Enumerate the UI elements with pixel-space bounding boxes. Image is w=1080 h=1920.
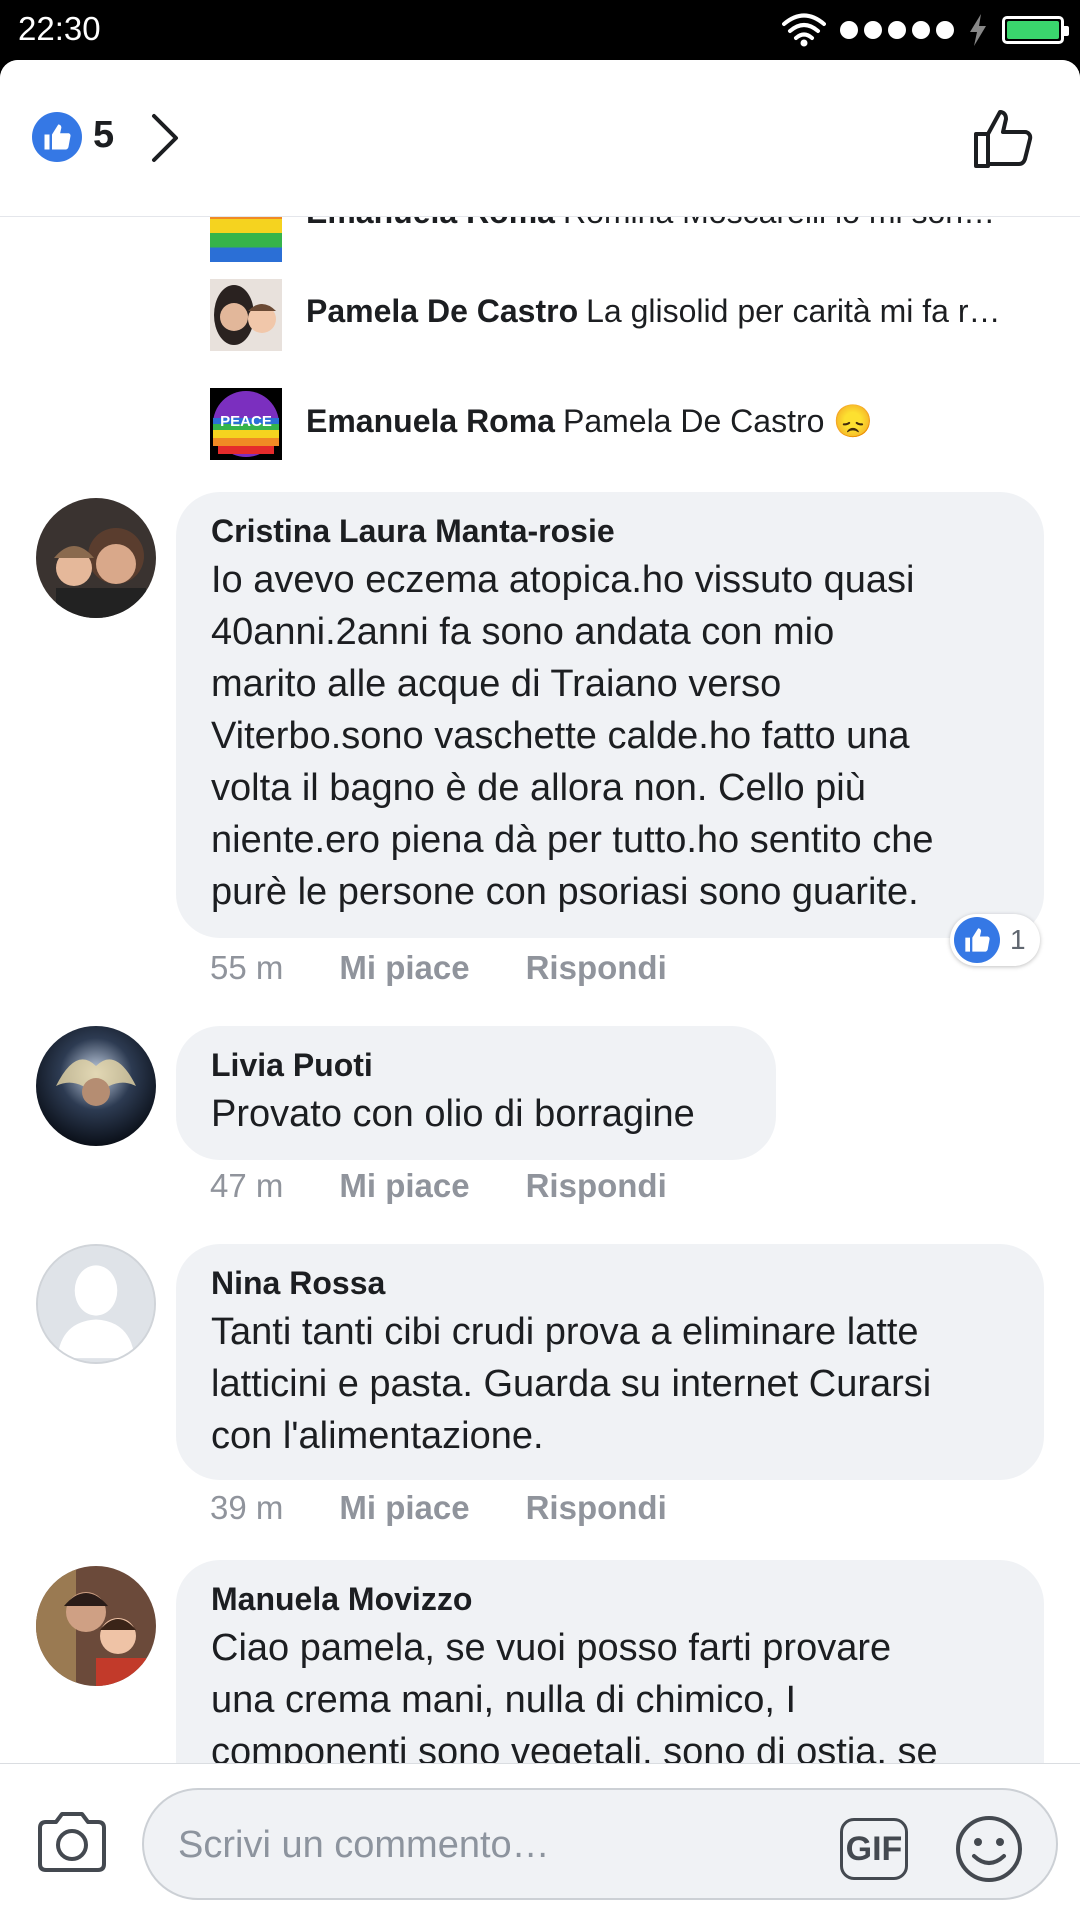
status-time: 22:30 xyxy=(18,10,101,47)
comments-list: Emanuela Roma Romina Moscarelli io mi son… xyxy=(0,216,1080,1824)
reply-author[interactable]: Emanuela Roma xyxy=(306,403,555,439)
comment-author[interactable]: Manuela Movizzo xyxy=(211,1580,1008,1618)
comment-time[interactable]: 55 m xyxy=(210,949,283,987)
reply-text: La glisolid per carità mi fa r… xyxy=(586,293,1001,329)
like-button[interactable]: Mi piace xyxy=(339,1489,469,1527)
avatar[interactable]: PEACE xyxy=(210,388,282,460)
reaction-summary[interactable]: 1 xyxy=(950,914,1040,966)
avatar[interactable] xyxy=(36,1244,156,1364)
reply-text: Romina Moscarelli io mi son… xyxy=(563,216,995,230)
reply-text: Pamela De Castro 😞 xyxy=(562,403,874,439)
gif-icon[interactable]: GIF xyxy=(840,1818,908,1880)
thumbs-up-outline-icon[interactable] xyxy=(972,106,1036,170)
status-icons xyxy=(782,12,1069,48)
reaction-count: 1 xyxy=(1010,924,1026,955)
like-count[interactable]: 5 xyxy=(93,114,114,157)
comment-bubble[interactable]: Nina Rossa Tanti tanti cibi crudi prova … xyxy=(176,1244,1044,1480)
comment-input[interactable]: Scrivi un commento… GIF xyxy=(142,1788,1058,1900)
comment-bubble[interactable]: Cristina Laura Manta-rosie Io avevo ecze… xyxy=(176,492,1044,938)
like-button[interactable]: Mi piace xyxy=(339,1167,469,1205)
charging-icon xyxy=(970,14,986,46)
like-icon[interactable] xyxy=(32,112,82,162)
reply-row[interactable]: Emanuela Roma Romina Moscarelli io mi son… xyxy=(210,216,1060,262)
comments-sheet: 5 Emanuela Roma Romina Moscarelli io mi s… xyxy=(0,60,1080,1920)
comment-time[interactable]: 39 m xyxy=(210,1489,283,1527)
like-icon xyxy=(954,917,1000,963)
avatar[interactable] xyxy=(210,216,282,262)
comment-composer: Scrivi un commento… GIF xyxy=(0,1763,1080,1920)
comment-text: Provato con olio di borragine xyxy=(211,1093,695,1135)
reactions-header: 5 xyxy=(0,60,1080,217)
reply-button[interactable]: Rispondi xyxy=(526,1167,667,1205)
avatar-peace-text: PEACE xyxy=(220,413,272,430)
avatar[interactable] xyxy=(36,1566,156,1686)
comment-actions: 39 m Mi piace Rispondi xyxy=(210,1489,667,1527)
chevron-right-icon[interactable] xyxy=(148,112,182,164)
comment-text: Io avevo eczema atopica.ho vissuto quasi… xyxy=(211,559,934,913)
comment-actions: 47 m Mi piace Rispondi xyxy=(210,1167,667,1205)
comment-author[interactable]: Livia Puoti xyxy=(211,1046,740,1084)
reply-row[interactable]: Pamela De Castro La glisolid per carità m… xyxy=(210,279,1060,351)
camera-icon[interactable] xyxy=(36,1810,108,1874)
reply-author[interactable]: Emanuela Roma xyxy=(306,216,555,230)
status-bar: 22:30 xyxy=(0,0,1080,60)
avatar[interactable] xyxy=(210,279,282,351)
comment-text: Tanti tanti cibi crudi prova a eliminare… xyxy=(211,1311,932,1457)
comment-bubble[interactable]: Livia Puoti Provato con olio di borragin… xyxy=(176,1026,776,1160)
comment-time[interactable]: 47 m xyxy=(210,1167,283,1205)
battery-icon xyxy=(1002,16,1069,44)
reply-author[interactable]: Pamela De Castro xyxy=(306,293,578,329)
comment-author[interactable]: Nina Rossa xyxy=(211,1264,1008,1302)
comment-text: Ciao pamela, se vuoi posso farti provare… xyxy=(211,1627,938,1773)
signal-dots-icon xyxy=(840,21,954,39)
comment-actions: 55 m Mi piace Rispondi xyxy=(210,949,667,987)
reply-button[interactable]: Rispondi xyxy=(526,1489,667,1527)
reply-button[interactable]: Rispondi xyxy=(526,949,667,987)
emoji-icon[interactable] xyxy=(954,1814,1024,1884)
comment-author[interactable]: Cristina Laura Manta-rosie xyxy=(211,512,1008,550)
avatar[interactable] xyxy=(36,498,156,618)
like-button[interactable]: Mi piace xyxy=(339,949,469,987)
avatar[interactable] xyxy=(36,1026,156,1146)
wifi-icon xyxy=(782,13,826,47)
comment-input-placeholder: Scrivi un commento… xyxy=(178,1824,550,1866)
reply-row[interactable]: PEACE Emanuela Roma Pamela De Castro 😞 xyxy=(210,388,1060,460)
